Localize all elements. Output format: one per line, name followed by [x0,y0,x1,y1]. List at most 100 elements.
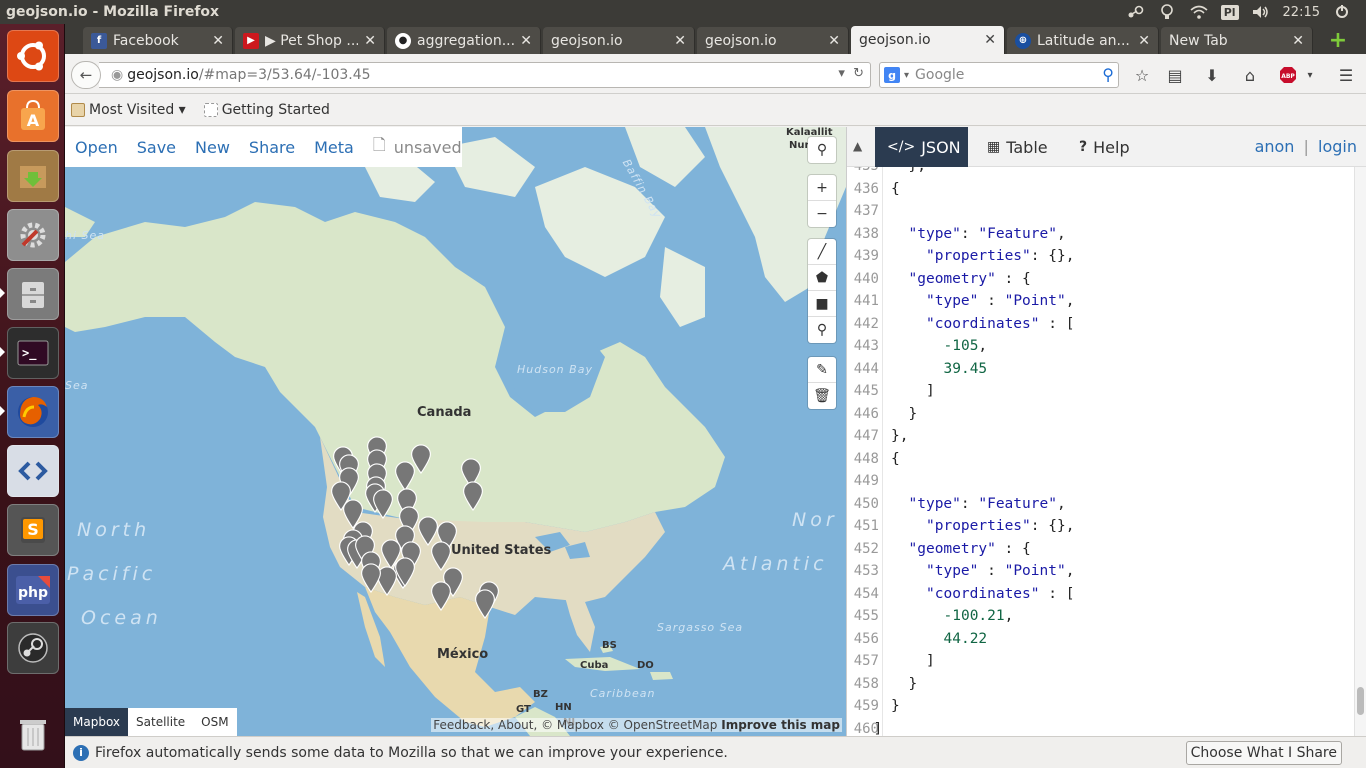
close-icon[interactable]: ✕ [828,33,840,49]
collapse-panel-icon[interactable]: ▲ [853,139,862,153]
sublime-text-icon[interactable]: S [7,504,59,556]
zoom-in-button[interactable]: + [808,175,836,201]
label-mexico: México [437,647,489,662]
close-icon[interactable]: ✕ [520,33,532,49]
draw-rectangle-button[interactable]: ■ [808,291,836,317]
close-icon[interactable]: ✕ [1138,33,1150,49]
layer-osm[interactable]: OSM [193,708,237,736]
tab-table[interactable]: ▦ Table [975,127,1060,167]
map-view[interactable]: Open Save New Share Meta 🗋 unsaved Canad… [65,127,846,736]
map-marker[interactable] [371,489,395,519]
tab-facebook[interactable]: f Facebook ✕ [83,27,233,54]
edit-toolbar: ✎ 🗑 [808,357,836,409]
keyboard-layout-indicator[interactable]: Pl [1220,4,1239,20]
map-marker[interactable] [359,563,383,593]
close-icon[interactable]: ✕ [984,32,996,48]
reload-icon[interactable]: ▾ ↻ [838,66,864,81]
tab-label: aggregation... [417,32,515,49]
tab-new-tab[interactable]: New Tab ✕ [1161,27,1313,54]
lightbulb-icon[interactable] [1157,3,1177,21]
ocean-label-sargasso-sea: Sargasso Sea [657,621,744,634]
hamburger-menu-icon[interactable]: ☰ [1335,64,1357,86]
trash-icon[interactable] [7,708,59,760]
search-icon[interactable]: ⚲ [1102,65,1114,84]
line-number: 438 [853,225,879,242]
json-editor[interactable]: 435 436 437 438 439 440 441 442 443 444 445 446 447 4… [847,167,1366,736]
terminal-icon[interactable]: >_ [7,327,59,379]
save-button[interactable]: Save [137,138,176,157]
map-marker[interactable] [393,557,417,587]
volume-icon[interactable] [1251,3,1271,21]
steam-icon[interactable] [7,622,59,674]
back-button[interactable]: ← [71,61,101,89]
close-icon[interactable]: ✕ [1292,33,1304,49]
page-icon [203,102,218,117]
layer-satellite[interactable]: Satellite [128,708,194,736]
wifi-icon[interactable] [1189,3,1209,21]
layer-mapbox[interactable]: Mapbox [65,708,129,736]
delete-layers-button[interactable]: 🗑 [808,383,836,409]
choose-what-i-share-button[interactable]: Choose What I Share [1185,741,1342,765]
url-bar[interactable]: ◉ geojson.io/#map=3/53.64/-103.45 ▾ ↻ [99,62,871,88]
system-settings-icon[interactable] [7,209,59,261]
zoom-out-button[interactable]: − [808,201,836,227]
layer-switcher: Mapbox Satellite OSM [65,708,237,736]
draw-polygon-button[interactable]: ⬟ [808,265,836,291]
close-icon[interactable]: ✕ [674,33,686,49]
adblock-dropdown-icon[interactable]: ▾ [1299,64,1321,86]
clock[interactable]: 22:15 [1283,5,1320,20]
map-marker[interactable] [461,481,485,511]
improve-map-link[interactable]: Improve this map [721,718,840,732]
downloads-icon[interactable]: ⬇ [1201,64,1223,86]
tab-pet-shop[interactable]: ▶ ▶ Pet Shop ... ✕ [235,27,385,54]
phpstorm-icon[interactable]: php [7,564,59,616]
new-button[interactable]: New [195,138,230,157]
bookmark-star-icon[interactable]: ☆ [1131,64,1153,86]
archive-manager-icon[interactable] [7,150,59,202]
adblock-plus-icon[interactable]: ABP [1277,64,1299,86]
close-icon[interactable]: ✕ [364,33,376,49]
firefox-icon[interactable] [7,386,59,438]
tab-latitude[interactable]: ⊕ Latitude an... ✕ [1007,27,1159,54]
map-marker[interactable] [473,589,497,619]
bookmark-most-visited[interactable]: Most Visited ▾ [71,102,186,118]
map-search-button[interactable]: ⚲ [808,137,836,163]
anon-link[interactable]: anon [1255,137,1295,156]
share-button[interactable]: Share [249,138,295,157]
edit-layers-button[interactable]: ✎ [808,357,836,383]
close-icon[interactable]: ✕ [212,33,224,49]
map-attribution[interactable]: Feedback, About, © Mapbox © OpenStreetMa… [431,718,842,732]
draw-line-button[interactable]: ╱ [808,239,836,265]
login-link[interactable]: login [1318,137,1357,156]
file-cabinet-icon[interactable] [7,268,59,320]
ubuntu-dash-icon[interactable] [7,30,59,82]
open-button[interactable]: Open [75,138,118,157]
reading-list-icon[interactable]: ▤ [1164,64,1186,86]
site-identity-icon[interactable]: ◉ [111,67,123,83]
bookmarks-toolbar: Most Visited ▾ Getting Started [65,94,1366,126]
tab-json[interactable]: </> JSON [875,127,968,167]
new-tab-plus-icon[interactable]: + [1323,28,1353,53]
tab-geojson-active[interactable]: geojson.io ✕ [851,26,1005,54]
tab-aggregation[interactable]: ● aggregation... ✕ [387,27,541,54]
draw-marker-button[interactable]: ⚲ [808,317,836,343]
tab-geojson-1[interactable]: geojson.io ✕ [543,27,695,54]
search-bar[interactable]: g ▾ Google ⚲ [879,62,1119,88]
software-center-icon[interactable]: A [7,90,59,142]
window-title: geojson.io - Mozilla Firefox [6,4,220,20]
line-number: 445 [853,383,879,399]
map-marker[interactable] [409,444,433,474]
power-gear-icon[interactable] [1332,3,1352,21]
tab-help[interactable]: ? Help [1067,127,1142,167]
search-engine-dropdown-icon[interactable]: ▾ [904,70,909,81]
bookmark-getting-started[interactable]: Getting Started [203,102,330,118]
editor-scrollbar[interactable] [1354,167,1366,736]
steam-tray-icon[interactable] [1125,3,1145,21]
code-editor-icon[interactable] [7,445,59,497]
tab-geojson-2[interactable]: geojson.io ✕ [697,27,849,54]
ocean-label-ocean: Ocean [81,607,162,629]
meta-button[interactable]: Meta [314,138,354,157]
map-marker[interactable] [429,581,453,611]
scrollbar-thumb[interactable] [1357,687,1364,715]
home-icon[interactable]: ⌂ [1239,64,1261,86]
